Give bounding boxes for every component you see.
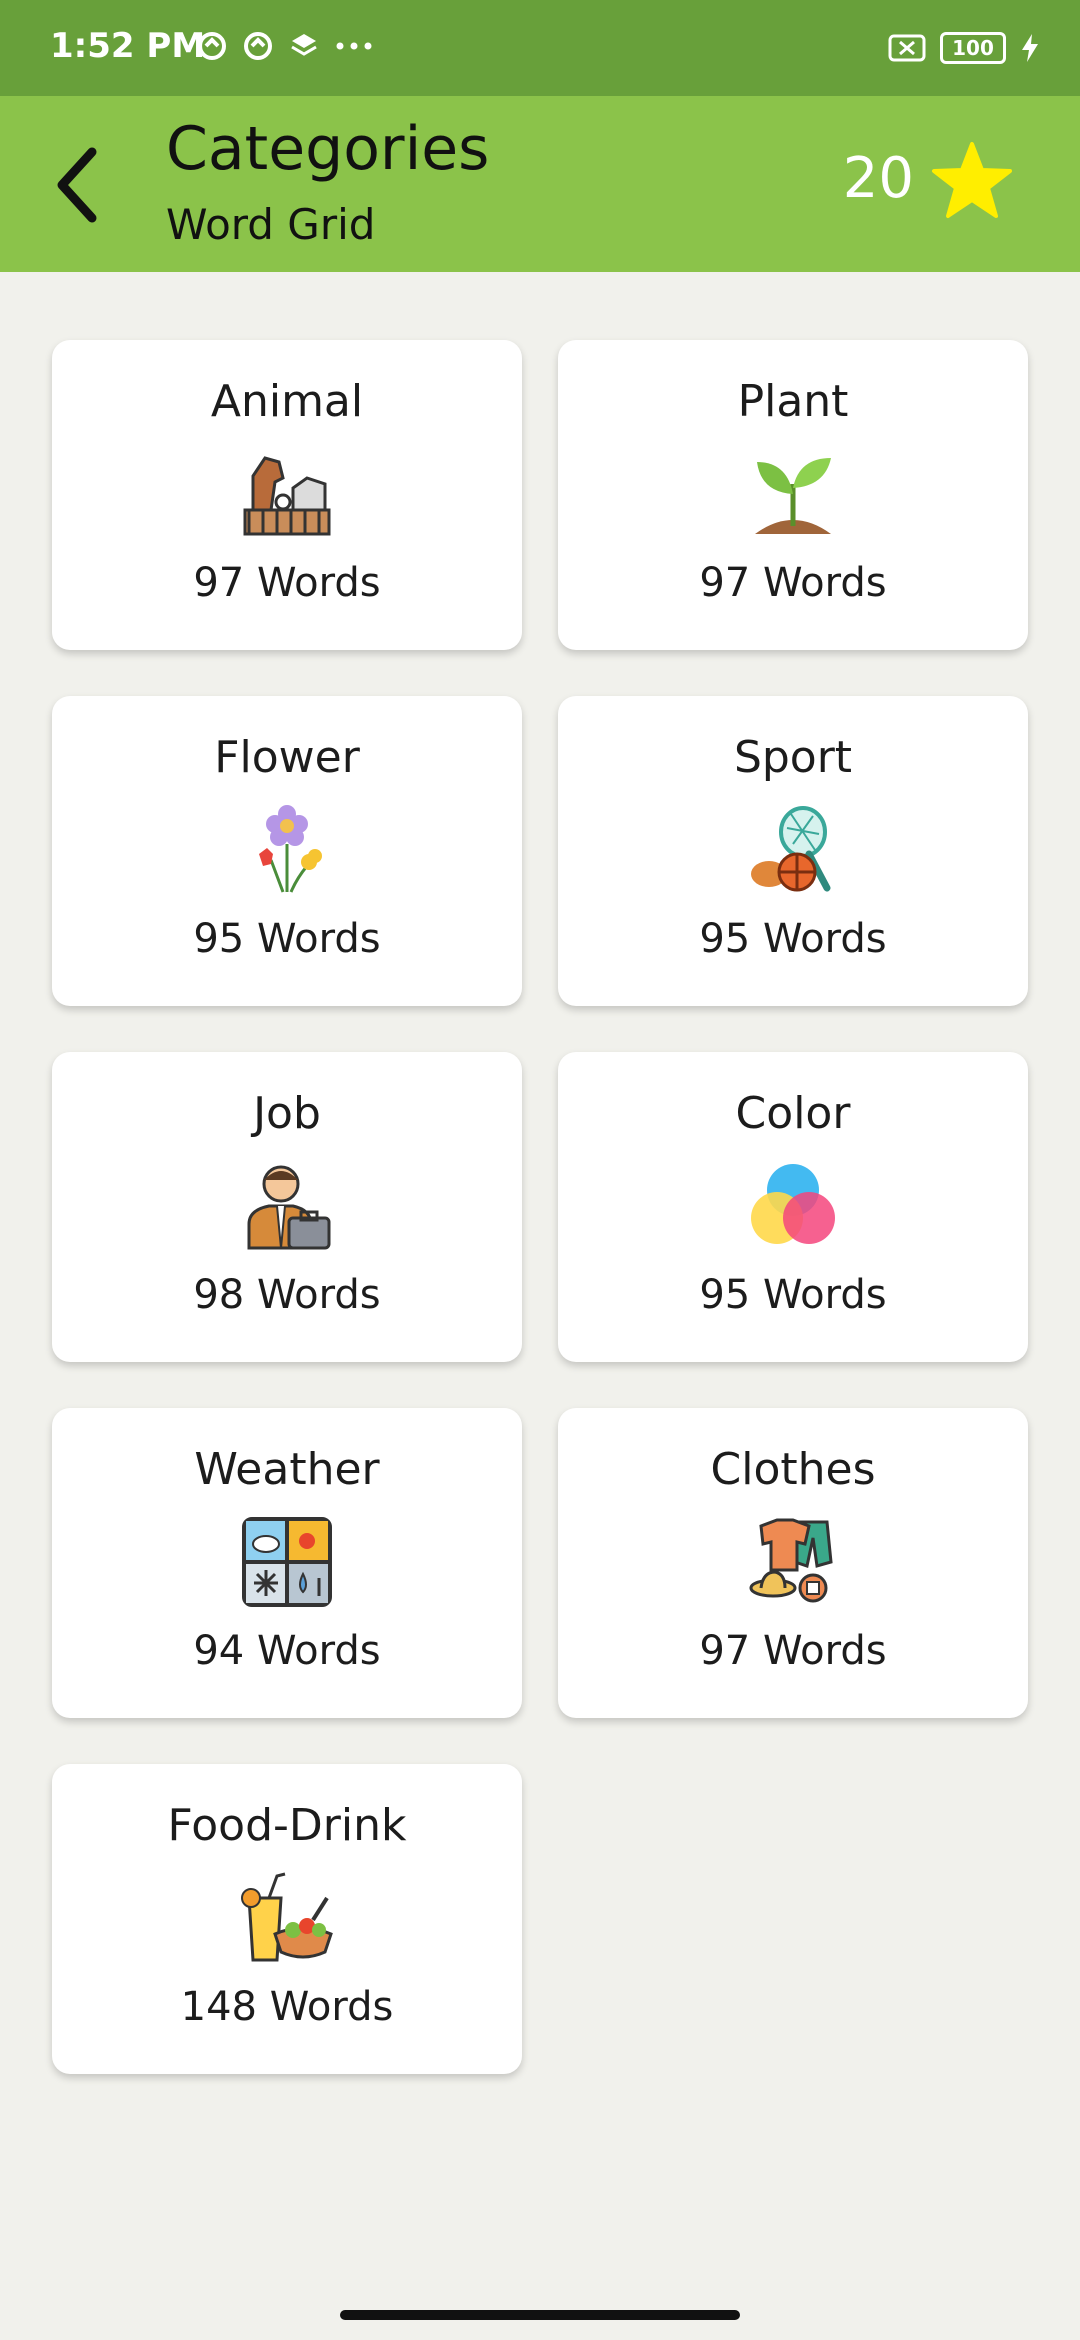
word-count: 97 Words — [699, 1628, 887, 1674]
back-arrow-icon — [57, 147, 97, 223]
notification-icons — [196, 30, 374, 62]
page-title: Categories — [166, 114, 490, 184]
category-name: Clothes — [710, 1444, 876, 1495]
charging-icon — [1022, 34, 1038, 62]
app-notification-icon — [244, 32, 272, 60]
category-card-animal[interactable]: Animal 97 Words — [52, 340, 522, 650]
star-icon — [932, 142, 1012, 218]
word-count: 94 Words — [193, 1628, 381, 1674]
clothes-icon — [749, 1518, 833, 1603]
word-count: 98 Words — [193, 1272, 381, 1318]
job-icon — [247, 1165, 331, 1250]
system-icons: 100 — [888, 32, 1040, 64]
word-count: 97 Words — [699, 560, 887, 606]
sim-off-icon — [888, 34, 926, 62]
word-count: 95 Words — [193, 916, 381, 962]
status-time: 1:52 PM — [50, 26, 206, 66]
back-button[interactable] — [40, 140, 120, 230]
word-count: 95 Words — [699, 916, 887, 962]
category-card-flower[interactable]: Flower 95 Words — [52, 696, 522, 1006]
more-dots-icon — [336, 42, 372, 50]
word-count: 148 Words — [180, 1984, 394, 2030]
star-count: 20 — [842, 146, 914, 211]
animal-icon — [243, 456, 331, 536]
app-notification-icon — [198, 32, 226, 60]
color-icon — [751, 1164, 835, 1244]
app-bar: Categories Word Grid 20 — [0, 96, 1080, 272]
home-indicator[interactable] — [340, 2310, 740, 2320]
category-name: Color — [735, 1088, 851, 1139]
food-drink-icon — [241, 1872, 333, 1962]
category-card-clothes[interactable]: Clothes 97 Words — [558, 1408, 1028, 1718]
category-card-food-drink[interactable]: Food-Drink 148 Words — [52, 1764, 522, 2074]
weather-icon — [242, 1517, 332, 1607]
flower-icon — [259, 805, 322, 893]
category-card-sport[interactable]: Sport 95 Words — [558, 696, 1028, 1006]
word-count: 97 Words — [193, 560, 381, 606]
plant-icon — [755, 458, 831, 534]
category-name: Plant — [737, 376, 849, 427]
category-name: Job — [253, 1088, 321, 1139]
category-card-job[interactable]: Job 98 Words — [52, 1052, 522, 1362]
category-card-plant[interactable]: Plant 97 Words — [558, 340, 1028, 650]
status-bar: 1:52 PM 100 — [0, 0, 1080, 96]
category-card-color[interactable]: Color 95 Words — [558, 1052, 1028, 1362]
category-name: Animal — [210, 376, 364, 427]
page-subtitle: Word Grid — [166, 200, 376, 249]
battery-icon: 100 — [940, 32, 1006, 64]
category-name: Food-Drink — [167, 1800, 407, 1851]
category-card-weather[interactable]: Weather 94 Words — [52, 1408, 522, 1718]
layers-icon — [291, 34, 317, 56]
category-name: Flower — [214, 732, 360, 783]
sport-icon — [751, 806, 831, 892]
category-name: Weather — [194, 1444, 380, 1495]
word-count: 95 Words — [699, 1272, 887, 1318]
category-name: Sport — [733, 732, 853, 783]
